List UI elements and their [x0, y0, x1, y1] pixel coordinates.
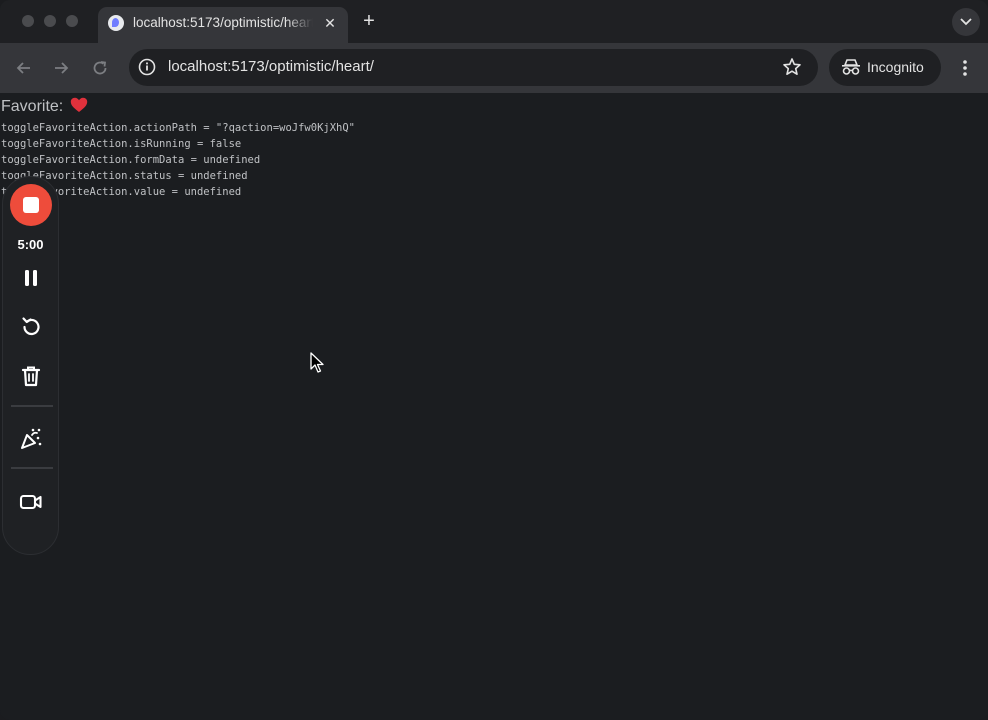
- recording-timer: 5:00: [17, 237, 44, 252]
- address-bar[interactable]: localhost:5173/optimistic/heart/: [129, 49, 818, 86]
- favorite-label: Favorite:: [1, 98, 64, 115]
- incognito-button[interactable]: Incognito: [829, 49, 941, 86]
- mouse-cursor-icon: [310, 352, 324, 373]
- tab-strip: localhost:5173/optimistic/heart/ ✕ +: [0, 0, 988, 43]
- debug-line-status: toggleFavoriteAction.status = undefined: [1, 170, 248, 182]
- confetti-icon[interactable]: [18, 426, 44, 452]
- tab-close-icon[interactable]: ✕: [320, 13, 340, 33]
- arrow-right-icon: [55, 62, 69, 74]
- tab-title: localhost:5173/optimistic/heart/: [133, 15, 313, 30]
- recorder-divider: [11, 405, 53, 407]
- page-content: Favorite: toggleFavoriteAction.actionPat…: [0, 93, 988, 720]
- pause-icon[interactable]: [18, 265, 44, 291]
- debug-line-action-path: toggleFavoriteAction.actionPath = "?qact…: [1, 122, 356, 134]
- kebab-menu-icon: [963, 60, 967, 76]
- incognito-icon: [842, 59, 860, 75]
- restart-icon[interactable]: [18, 314, 44, 340]
- info-circle-icon[interactable]: [138, 58, 156, 76]
- recorder-panel: 5:00: [2, 176, 59, 555]
- heart-icon[interactable]: [70, 97, 88, 113]
- reload-icon: [93, 61, 107, 75]
- trash-icon[interactable]: [18, 363, 44, 389]
- toolbar: localhost:5173/optimistic/heart/ Incogni…: [0, 43, 988, 93]
- tab-search-button[interactable]: [952, 8, 980, 36]
- chevron-down-icon: [960, 18, 972, 26]
- incognito-label: Incognito: [867, 59, 924, 75]
- new-tab-button[interactable]: +: [358, 10, 380, 32]
- close-window-icon[interactable]: [22, 15, 34, 27]
- menu-button[interactable]: [956, 55, 974, 81]
- video-camera-icon[interactable]: [18, 489, 44, 515]
- browser-window: localhost:5173/optimistic/heart/ ✕ + loc…: [0, 0, 988, 720]
- favicon-icon: [108, 15, 124, 31]
- favorite-row: Favorite:: [1, 97, 88, 116]
- debug-line-is-running: toggleFavoriteAction.isRunning = false: [1, 138, 242, 150]
- recorder-divider: [11, 467, 53, 469]
- minimize-window-icon[interactable]: [44, 15, 56, 27]
- maximize-window-icon[interactable]: [66, 15, 78, 27]
- stop-recording-button[interactable]: [10, 184, 52, 226]
- debug-line-form-data: toggleFavoriteAction.formData = undefine…: [1, 154, 261, 166]
- star-icon[interactable]: [782, 57, 802, 77]
- url-text[interactable]: localhost:5173/optimistic/heart/: [168, 58, 374, 75]
- reload-button[interactable]: [87, 55, 113, 81]
- forward-button[interactable]: [48, 55, 74, 81]
- arrow-left-icon: [16, 62, 30, 74]
- tab-active[interactable]: localhost:5173/optimistic/heart/ ✕: [98, 7, 348, 43]
- back-button[interactable]: [11, 55, 37, 81]
